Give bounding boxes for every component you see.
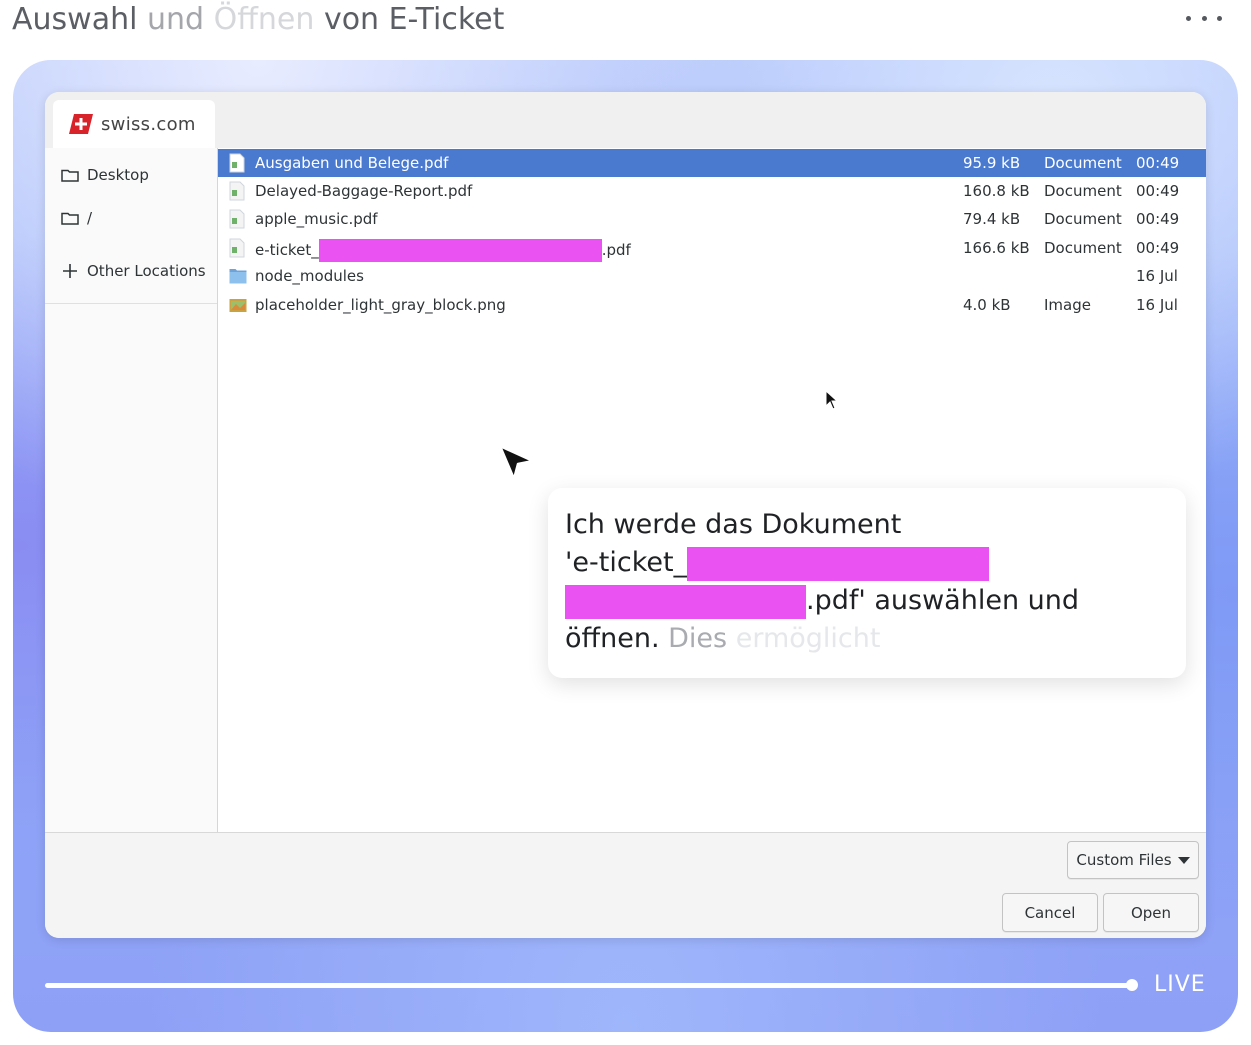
title-word-1: Auswahl xyxy=(12,2,138,37)
file-name: e-ticket_ .pdf xyxy=(255,239,631,262)
live-progress-bar[interactable] xyxy=(45,983,1132,988)
agent-cursor-icon xyxy=(498,444,535,481)
sidebar-divider xyxy=(45,303,217,304)
sidebar-item-label: Other Locations xyxy=(87,262,206,280)
file-name-prefix: e-ticket_ xyxy=(255,241,319,259)
tab-swiss[interactable]: swiss.com xyxy=(53,100,215,148)
file-size: 166.6 kB xyxy=(963,239,1030,257)
folder-icon xyxy=(61,169,79,182)
folder-icon xyxy=(61,212,79,225)
pdf-file-icon xyxy=(229,209,245,229)
file-row[interactable]: apple_music.pdf 79.4 kB Document 00:49 xyxy=(218,205,1206,233)
file-name: apple_music.pdf xyxy=(255,210,378,228)
sidebar-item-other-locations[interactable]: Other Locations xyxy=(61,262,206,280)
file-name: node_modules xyxy=(255,267,364,285)
image-file-icon xyxy=(229,299,247,312)
file-name: Delayed-Baggage-Report.pdf xyxy=(255,182,473,200)
file-filter-label: Custom Files xyxy=(1076,851,1172,869)
progress-knob[interactable] xyxy=(1126,979,1138,991)
file-row[interactable]: placeholder_light_gray_block.png 4.0 kB … xyxy=(218,291,1206,319)
file-name: placeholder_light_gray_block.png xyxy=(255,296,506,314)
file-modified: 16 Jul xyxy=(1136,267,1178,285)
redaction-block xyxy=(565,584,806,619)
page-title: Auswahl und Öffnen von E-Ticket xyxy=(12,0,504,40)
ellipsis-icon[interactable] xyxy=(1186,4,1222,32)
file-modified: 00:49 xyxy=(1136,239,1180,257)
file-filter-dropdown[interactable]: Custom Files xyxy=(1067,841,1199,879)
file-type: Document xyxy=(1044,210,1122,228)
file-size: 79.4 kB xyxy=(963,210,1021,228)
pdf-file-icon xyxy=(229,153,245,173)
message-fading-word: ermöglicht xyxy=(735,623,881,654)
message-line: öffnen. xyxy=(565,623,660,654)
live-indicator: LIVE xyxy=(1154,972,1206,997)
file-name-suffix: .pdf xyxy=(601,241,631,259)
file-row[interactable]: e-ticket_ .pdf 166.6 kB Document 00:49 xyxy=(218,234,1206,262)
redaction-block xyxy=(318,239,602,262)
agent-message-bubble: Ich werde das Dokument 'e-ticket_ .pdf' … xyxy=(548,488,1186,678)
message-line: Ich werde das Dokument xyxy=(565,509,902,540)
title-word-2: und xyxy=(146,2,205,37)
sidebar-item-root[interactable]: / xyxy=(61,209,92,227)
tab-label: swiss.com xyxy=(101,113,196,135)
title-word-3: Öffnen xyxy=(213,2,315,37)
message-fading-word: Dies xyxy=(668,623,728,654)
places-sidebar: Desktop / Other Locations xyxy=(45,148,218,832)
file-size: 160.8 kB xyxy=(963,182,1030,200)
open-label: Open xyxy=(1130,903,1172,922)
file-row[interactable]: Delayed-Baggage-Report.pdf 160.8 kB Docu… xyxy=(218,177,1206,205)
open-button[interactable]: Open xyxy=(1103,893,1199,932)
redaction-block xyxy=(687,546,990,581)
cancel-label: Cancel xyxy=(1024,903,1076,922)
file-row[interactable]: Ausgaben und Belege.pdf 95.9 kB Document… xyxy=(218,149,1206,177)
dialog-action-bar: Custom Files Cancel Open xyxy=(45,832,1206,938)
file-type: Document xyxy=(1044,239,1122,257)
file-size: 95.9 kB xyxy=(963,154,1021,172)
file-row[interactable]: node_modules 16 Jul xyxy=(218,262,1206,290)
file-modified: 00:49 xyxy=(1136,154,1180,172)
cancel-button[interactable]: Cancel xyxy=(1002,893,1098,932)
message-line: .pdf' auswählen und xyxy=(806,585,1080,616)
file-name: Ausgaben und Belege.pdf xyxy=(255,154,449,172)
file-modified: 16 Jul xyxy=(1136,296,1178,314)
sidebar-item-label: Desktop xyxy=(87,166,149,184)
pdf-file-icon xyxy=(229,181,245,201)
pdf-file-icon xyxy=(229,238,245,258)
message-line: 'e-ticket_ xyxy=(565,547,688,578)
file-modified: 00:49 xyxy=(1136,182,1180,200)
tab-bar: swiss.com xyxy=(45,92,1206,148)
file-type: Image xyxy=(1044,296,1091,314)
sidebar-item-label: / xyxy=(87,209,93,227)
title-word-4: von E-Ticket xyxy=(323,2,505,37)
folder-icon xyxy=(229,269,247,284)
file-modified: 00:49 xyxy=(1136,210,1180,228)
plus-icon xyxy=(63,264,77,278)
mouse-pointer-icon xyxy=(825,390,839,410)
swiss-logo-icon xyxy=(69,114,93,134)
caret-down-icon xyxy=(1177,856,1190,864)
file-type: Document xyxy=(1044,154,1122,172)
sidebar-item-desktop[interactable]: Desktop xyxy=(61,166,149,184)
file-type: Document xyxy=(1044,182,1122,200)
file-size: 4.0 kB xyxy=(963,296,1011,314)
agent-message-text: Ich werde das Dokument 'e-ticket_ .pdf' … xyxy=(565,506,1165,658)
